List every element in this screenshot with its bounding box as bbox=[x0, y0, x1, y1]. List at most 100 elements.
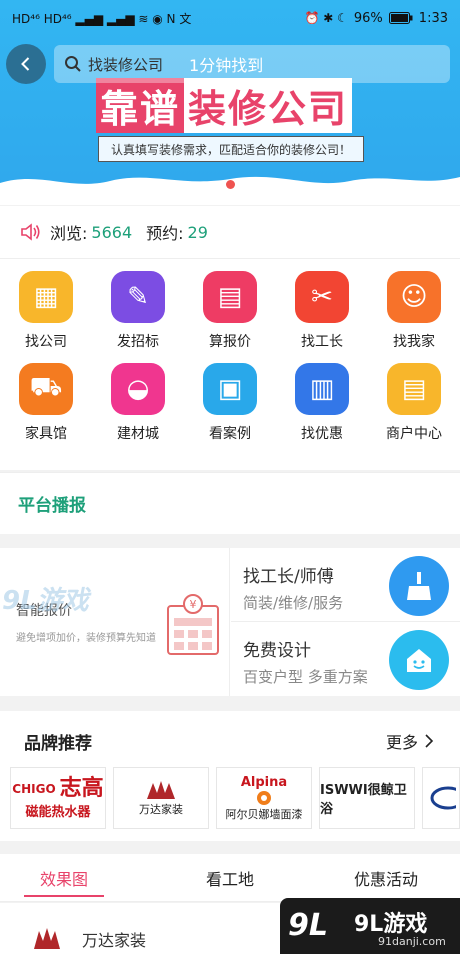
search-icon bbox=[65, 56, 81, 72]
foreman-title: 找工长/师傅 bbox=[243, 567, 334, 587]
category-label: 找工长 bbox=[301, 334, 343, 350]
search-slogan: 1分钟找到 bbox=[189, 56, 264, 75]
bookings-label: 预约: bbox=[146, 224, 184, 243]
content-tabs: 效果图 看工地 优惠活动 bbox=[0, 854, 460, 902]
stats-bar: 浏览: 5664 预约: 29 bbox=[0, 206, 460, 258]
brand-logo-text: CHIGO bbox=[12, 781, 56, 796]
battery-percent: 96% bbox=[353, 10, 383, 26]
hero-subtitle: 认真填写装修需求，匹配适合你的装修公司！ bbox=[98, 136, 364, 162]
hero-title-part1: 靠谱 bbox=[96, 78, 185, 133]
signal-icons: HD⁴⁶ HD⁴⁶ ▂▄▆ ▂▄▆ ≋ ◉ N 文 bbox=[12, 11, 192, 26]
views-value: 5664 bbox=[91, 222, 133, 242]
brand-card-partial[interactable] bbox=[422, 767, 460, 829]
category-label: 算报价 bbox=[209, 334, 251, 350]
category-label: 找公司 bbox=[25, 334, 67, 350]
document-icon: ▤ bbox=[387, 363, 441, 415]
design-desc: 百变户型 多重方案 bbox=[243, 668, 368, 686]
watermark-badge: 9L 9L游戏 91danji.com bbox=[280, 898, 460, 954]
calculator-icon: ▤ bbox=[203, 271, 257, 323]
platform-broadcast[interactable]: 平台播报 bbox=[0, 472, 460, 534]
brand-name: ISWWI很鲸卫浴 bbox=[320, 783, 407, 817]
calculator-icon: ¥ bbox=[167, 594, 219, 655]
status-bar: HD⁴⁶ HD⁴⁶ ▂▄▆ ▂▄▆ ≋ ◉ N 文 ⏰ ✱ ☾ 96% 1:33 bbox=[0, 0, 460, 36]
svg-text:¥: ¥ bbox=[190, 598, 197, 611]
books-icon: ▥ bbox=[295, 363, 349, 415]
back-button[interactable] bbox=[6, 44, 46, 84]
category-label: 家具馆 bbox=[25, 426, 67, 442]
brand-logo-big: 志高 bbox=[59, 775, 104, 801]
clock: 1:33 bbox=[418, 10, 448, 26]
brand-name: 磁能热水器 bbox=[25, 804, 91, 820]
brand-logo-big: Alpina bbox=[240, 774, 288, 790]
design-title: 免费设计 bbox=[243, 641, 311, 661]
watermark-left: 9L游戏 bbox=[2, 586, 89, 616]
brand-card-wanda[interactable]: 万达家装 bbox=[113, 767, 209, 829]
category-label: 建材城 bbox=[117, 426, 159, 442]
find-foreman-card[interactable]: 找工长/师傅 简装/维修/服务 bbox=[231, 548, 460, 622]
brands-title: 品牌推荐 bbox=[24, 734, 92, 754]
category-cases[interactable]: ▣ 看案例 bbox=[184, 351, 276, 443]
bathtub-icon: ◒ bbox=[111, 363, 165, 415]
category-label: 看案例 bbox=[209, 426, 251, 442]
chevron-left-icon bbox=[21, 57, 30, 71]
category-find-my-home[interactable]: ☺ 找我家 bbox=[368, 259, 460, 351]
brand-name: 阿尔贝娜墙面漆 bbox=[225, 807, 303, 821]
brand-logo-icon bbox=[430, 786, 456, 810]
watermark-url: 91danji.com bbox=[378, 935, 446, 948]
brands-more-link[interactable]: 更多 bbox=[386, 729, 434, 753]
foreman-desc: 简装/维修/服务 bbox=[243, 594, 344, 612]
views-label: 浏览: bbox=[50, 224, 88, 243]
brand-recommend: 品牌推荐 更多 CHIGO 志高 磁能热水器 万达家装 Alpina 阿尔贝娜墙… bbox=[0, 711, 460, 841]
chevron-right-icon bbox=[425, 734, 434, 748]
hero-title-part2: 装修公司 bbox=[184, 78, 353, 133]
speaker-icon bbox=[21, 223, 40, 241]
brand-name: 万达家装 bbox=[139, 803, 183, 816]
brand-card-chigo[interactable]: CHIGO 志高 磁能热水器 bbox=[10, 767, 106, 829]
category-label: 商户中心 bbox=[386, 426, 442, 442]
tools-icon: ✂ bbox=[295, 271, 349, 323]
company-logo bbox=[34, 928, 60, 949]
category-grid: ▦ 找公司 ✎ 发招标 ▤ 算报价 ✂ 找工长 ☺ 找我家 ⛟ 家具馆 ◒ 建材… bbox=[0, 258, 460, 470]
wanda-logo-icon bbox=[147, 781, 175, 799]
tab-indicator bbox=[24, 895, 104, 897]
alarm-bluetooth-icons: ⏰ ✱ ☾ bbox=[304, 11, 348, 25]
pen-ruler-icon: ✎ bbox=[111, 271, 165, 323]
company-name: 万达家装 bbox=[82, 931, 147, 950]
category-materials[interactable]: ◒ 建材城 bbox=[92, 351, 184, 443]
brand-card-hengjing[interactable]: ISWWI很鲸卫浴 bbox=[319, 767, 415, 829]
brand-card-alpina[interactable]: Alpina 阿尔贝娜墙面漆 bbox=[216, 767, 312, 829]
more-label: 更多 bbox=[385, 733, 418, 752]
bookings-value: 29 bbox=[187, 222, 208, 242]
smart-quote-card[interactable]: 智能报价 避免增项加价，装修预算先知道 ¥ bbox=[0, 548, 230, 696]
picture-icon: ▣ bbox=[203, 363, 257, 415]
broom-icon bbox=[389, 556, 449, 616]
category-furniture[interactable]: ⛟ 家具馆 bbox=[0, 351, 92, 443]
worker-icon: ☺ bbox=[387, 271, 441, 323]
building-icon: ▦ bbox=[19, 271, 73, 323]
category-merchant-center[interactable]: ▤ 商户中心 bbox=[368, 351, 460, 443]
category-find-company[interactable]: ▦ 找公司 bbox=[0, 259, 92, 351]
watermark-brand: 9L游戏 bbox=[354, 912, 428, 937]
category-label: 找我家 bbox=[393, 334, 435, 350]
tab-promotions[interactable]: 优惠活动 bbox=[340, 854, 432, 902]
category-post-bid[interactable]: ✎ 发招标 bbox=[92, 259, 184, 351]
broadcast-title: 平台播报 bbox=[18, 496, 86, 516]
search-input[interactable]: 找装修公司 1分钟找到 bbox=[54, 45, 450, 83]
watermark-logo: 9L bbox=[288, 908, 328, 943]
category-label: 找优惠 bbox=[301, 426, 343, 442]
free-design-card[interactable]: 免费设计 百变户型 多重方案 bbox=[231, 622, 460, 696]
category-label: 发招标 bbox=[117, 334, 159, 350]
battery-icon bbox=[388, 12, 413, 24]
category-find-foreman[interactable]: ✂ 找工长 bbox=[276, 259, 368, 351]
category-quote[interactable]: ▤ 算报价 bbox=[184, 259, 276, 351]
carousel-indicator[interactable] bbox=[226, 180, 235, 189]
category-deals[interactable]: ▥ 找优惠 bbox=[276, 351, 368, 443]
service-cards: 智能报价 避免增项加价，装修预算先知道 ¥ 找工长/师傅 简装/维修/服务 免费… bbox=[0, 548, 460, 696]
smart-quote-desc: 避免增项加价，装修预算先知道 bbox=[16, 633, 156, 644]
tab-construction-site[interactable]: 看工地 bbox=[190, 854, 270, 902]
search-placeholder: 找装修公司 bbox=[88, 55, 164, 74]
house-icon bbox=[389, 630, 449, 690]
hero-title: 靠谱 装修公司 bbox=[96, 78, 353, 133]
cart-icon: ⛟ bbox=[19, 363, 73, 415]
alpina-logo-icon bbox=[257, 790, 271, 805]
